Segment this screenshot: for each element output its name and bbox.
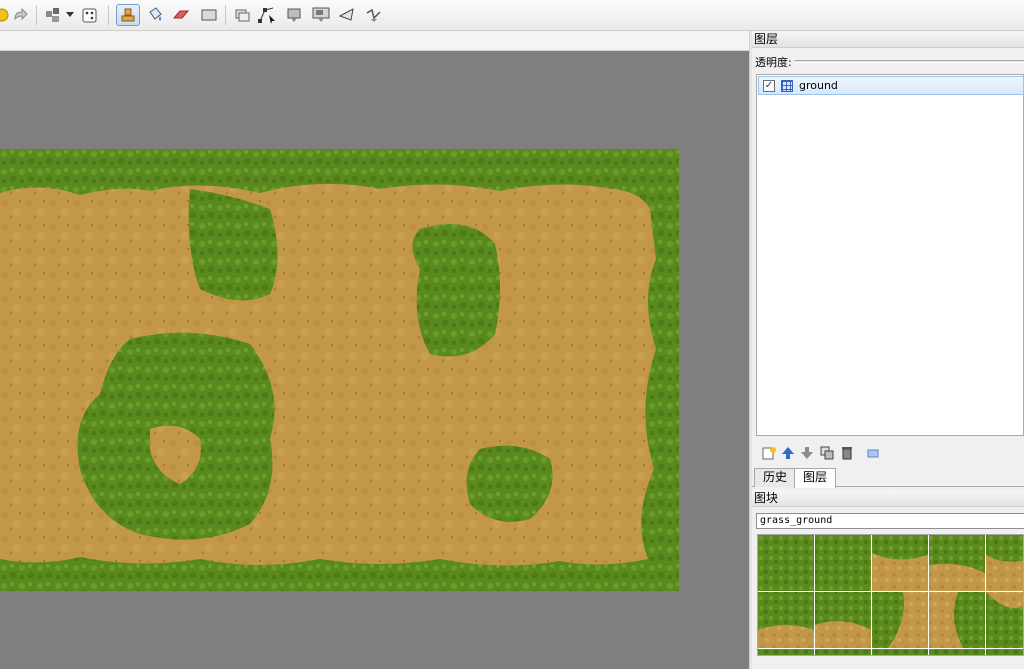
layer-name: ground xyxy=(799,79,838,92)
stamp-random-icon[interactable] xyxy=(42,4,66,26)
layer-visibility-checkbox[interactable]: ✓ xyxy=(763,79,775,92)
tileset-toolbar xyxy=(752,660,1024,669)
show-hide-others-icon[interactable] xyxy=(864,444,882,462)
layer-row-ground[interactable]: ✓ ground xyxy=(758,76,1024,95)
toolbar-separator xyxy=(225,5,226,25)
opacity-slider[interactable] xyxy=(794,60,1024,63)
tab-layers[interactable]: 图层 xyxy=(794,468,837,488)
image-object-icon[interactable] xyxy=(309,4,333,26)
map-tab-bar xyxy=(0,31,749,51)
dropdown-arrow-icon[interactable] xyxy=(64,4,76,26)
stamp-brush-icon[interactable] xyxy=(116,4,140,26)
opacity-label: 透明度: xyxy=(755,56,792,69)
tileset-tiles[interactable] xyxy=(758,535,1024,656)
new-layer-icon[interactable] xyxy=(760,444,778,462)
object-edit-icon[interactable] xyxy=(255,4,279,26)
layer-list[interactable]: ✓ ground xyxy=(756,74,1024,436)
tile-layer-icon xyxy=(781,79,793,92)
tilesets-panel-title: 图块 xyxy=(752,490,1024,507)
toolbar-separator xyxy=(108,5,109,25)
object-select-icon[interactable] xyxy=(230,4,254,26)
tiled-map-editor: 图层 透明度: ✓ ground 历史 图层 图块 grass_ground xyxy=(0,0,1024,669)
redo-icon[interactable] xyxy=(8,4,32,26)
bucket-fill-icon[interactable] xyxy=(143,4,167,26)
map-canvas[interactable] xyxy=(0,51,749,669)
dock-tabs: 历史 图层 xyxy=(752,467,1024,488)
move-layer-down-icon[interactable] xyxy=(798,444,816,462)
eraser-icon[interactable] xyxy=(169,4,193,26)
tab-history[interactable]: 历史 xyxy=(754,468,797,487)
delete-layer-icon[interactable] xyxy=(838,444,856,462)
main-toolbar xyxy=(0,0,1024,31)
toolbar-separator xyxy=(36,5,37,25)
tile-map[interactable] xyxy=(0,149,679,591)
polyline-icon[interactable] xyxy=(362,4,386,26)
duplicate-layer-icon[interactable] xyxy=(818,444,836,462)
opacity-row: 透明度: xyxy=(752,52,1024,70)
right-dock: 图层 透明度: ✓ ground 历史 图层 图块 grass_ground xyxy=(752,31,1024,669)
layers-panel-title: 图层 xyxy=(752,31,1024,48)
layer-toolbar xyxy=(752,442,1024,464)
move-layer-up-icon[interactable] xyxy=(779,444,797,462)
dice-icon[interactable] xyxy=(78,4,102,26)
tileset-selector[interactable]: grass_ground xyxy=(756,513,1024,529)
tileset-view[interactable] xyxy=(757,534,1024,656)
polygon-icon[interactable] xyxy=(335,4,359,26)
rect-select-icon[interactable] xyxy=(197,4,221,26)
rect-object-icon[interactable] xyxy=(282,4,306,26)
